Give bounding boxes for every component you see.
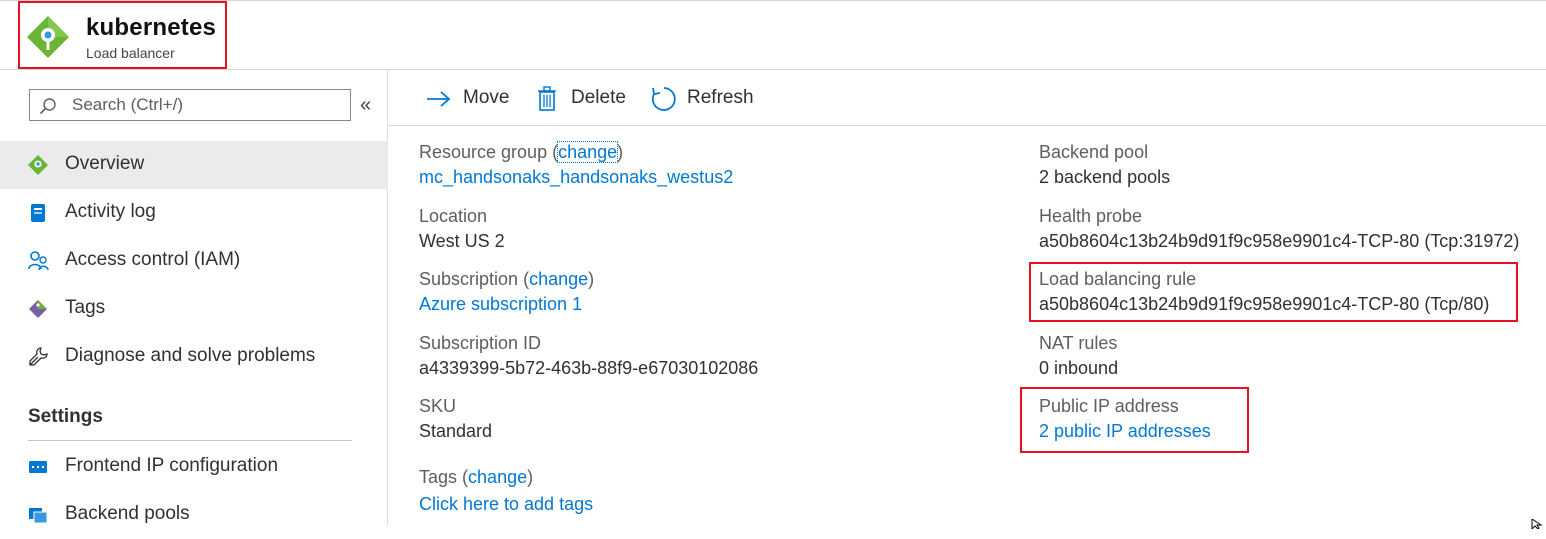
overview-diamond-icon bbox=[28, 155, 48, 175]
paren-close: ) bbox=[588, 269, 595, 289]
lb-rule-highlight-box bbox=[1029, 262, 1518, 322]
activity-log-icon bbox=[28, 203, 48, 223]
backend-pools-icon bbox=[28, 505, 48, 525]
public-ip-highlight-box bbox=[1020, 387, 1249, 453]
sidebar-item-frontend-ip[interactable]: Frontend IP configuration bbox=[0, 443, 388, 491]
toolbar-divider bbox=[389, 125, 1546, 126]
backend-pool-value: 2 backend pools bbox=[1039, 167, 1171, 187]
subscription-link[interactable]: Azure subscription 1 bbox=[419, 294, 582, 315]
sidebar-item-label: Overview bbox=[65, 153, 145, 174]
subscription-id-label: Subscription ID bbox=[419, 333, 542, 353]
refresh-button[interactable]: Refresh bbox=[650, 84, 760, 114]
subscription-label: Subscription bbox=[419, 269, 519, 289]
subscription-change-link[interactable]: change bbox=[529, 269, 588, 289]
arrow-right-icon bbox=[425, 89, 453, 114]
health-probe-label: Health probe bbox=[1039, 206, 1143, 226]
sidebar-item-overview[interactable]: Overview bbox=[0, 141, 388, 189]
tags-label: Tags bbox=[419, 467, 458, 487]
trash-icon bbox=[536, 86, 558, 117]
nat-rules-value: 0 inbound bbox=[1039, 358, 1119, 378]
sidebar-item-access-control[interactable]: Access control (IAM) bbox=[0, 237, 388, 285]
search-placeholder: Search (Ctrl+/) bbox=[72, 95, 183, 114]
resource-group-link[interactable]: mc_handsonaks_handsonaks_westus2 bbox=[419, 167, 733, 188]
paren-close: ) bbox=[527, 467, 534, 487]
people-icon bbox=[28, 251, 49, 271]
add-tags-link[interactable]: Click here to add tags bbox=[419, 494, 593, 515]
mouse-cursor-icon bbox=[1531, 516, 1543, 531]
wrench-icon bbox=[28, 347, 48, 367]
subscription-label-row: Subscription (change) bbox=[419, 269, 594, 290]
sidebar-item-label: Frontend IP configuration bbox=[65, 455, 279, 476]
refresh-label: Refresh bbox=[687, 87, 754, 108]
settings-section-title: Settings bbox=[28, 406, 103, 427]
sidebar-item-backend-pools[interactable]: Backend pools bbox=[0, 491, 388, 539]
resource-group-label: Resource group bbox=[419, 142, 548, 162]
sidebar-item-label: Diagnose and solve problems bbox=[65, 345, 316, 366]
delete-button[interactable]: Delete bbox=[536, 84, 636, 114]
sku-label: SKU bbox=[419, 396, 457, 416]
move-label: Move bbox=[463, 87, 510, 108]
search-icon bbox=[39, 97, 57, 115]
refresh-icon bbox=[650, 85, 678, 118]
sidebar-item-label: Access control (IAM) bbox=[65, 249, 241, 270]
frontend-ip-icon bbox=[28, 457, 48, 477]
sidebar-item-label: Backend pools bbox=[65, 503, 190, 524]
resource-group-change-link[interactable]: change bbox=[557, 141, 619, 163]
backend-pool-label: Backend pool bbox=[1039, 142, 1149, 162]
health-probe-value: a50b8604c13b24b9d91f9c958e9901c4-TCP-80 … bbox=[1039, 231, 1520, 251]
tag-icon bbox=[28, 299, 48, 319]
tags-label-row: Tags (change) bbox=[419, 467, 533, 488]
sidebar-item-label: Tags bbox=[65, 297, 106, 318]
tags-change-link[interactable]: change bbox=[468, 467, 527, 487]
title-highlight-box bbox=[18, 1, 227, 69]
resource-header: kubernetes Load balancer bbox=[0, 0, 1546, 70]
subscription-id-value: a4339399-5b72-463b-88f9-e67030102086 bbox=[419, 358, 759, 378]
location-label: Location bbox=[419, 206, 488, 226]
section-divider bbox=[28, 440, 352, 441]
collapse-sidebar-button[interactable]: « bbox=[360, 94, 371, 117]
sidebar-item-diagnose[interactable]: Diagnose and solve problems bbox=[0, 333, 388, 381]
sidebar-item-label: Activity log bbox=[65, 201, 156, 222]
move-button[interactable]: Move bbox=[425, 84, 520, 114]
sidebar-item-activity-log[interactable]: Activity log bbox=[0, 189, 388, 237]
delete-label: Delete bbox=[571, 87, 626, 108]
sku-value: Standard bbox=[419, 421, 493, 441]
resource-group-label-row: Resource group (change) bbox=[419, 141, 624, 163]
sidebar-item-tags[interactable]: Tags bbox=[0, 285, 388, 333]
paren-close: ) bbox=[617, 142, 624, 162]
nat-rules-label: NAT rules bbox=[1039, 333, 1118, 353]
search-input[interactable]: Search (Ctrl+/) bbox=[29, 89, 351, 121]
location-value: West US 2 bbox=[419, 231, 505, 251]
